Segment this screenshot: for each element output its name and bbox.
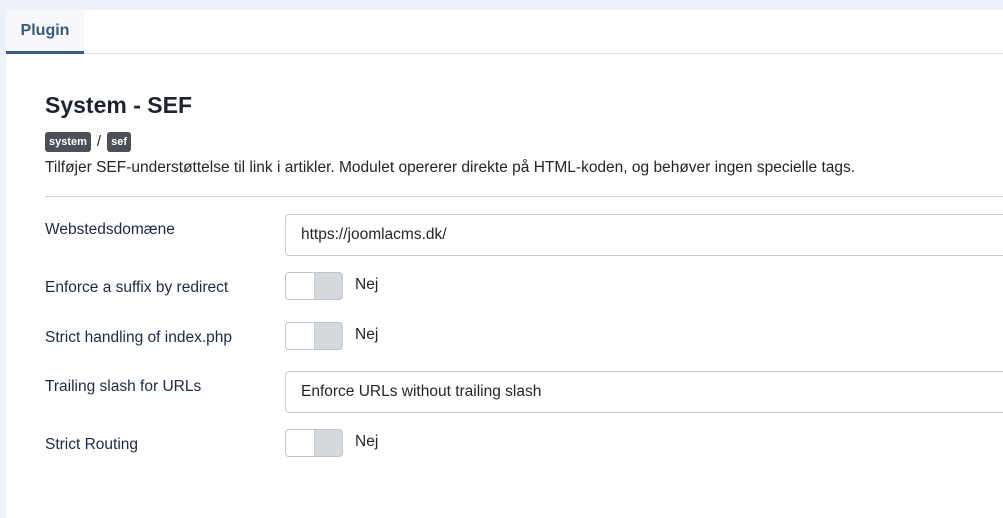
suffix-label: Enforce a suffix by redirect [45, 279, 229, 296]
toggle-knob [286, 323, 315, 349]
plugin-badges: system / sef [45, 131, 131, 152]
indexphp-label: Strict handling of index.php [45, 329, 232, 346]
trailing-value: Enforce URLs without trailing slash [301, 383, 542, 400]
trailing-label: Trailing slash for URLs [45, 378, 202, 395]
routing-label: Strict Routing [45, 436, 139, 453]
badge-system: system [45, 131, 91, 152]
indexphp-state: Nej [355, 326, 379, 343]
trailing-select[interactable]: Enforce URLs without trailing slash [285, 371, 1003, 413]
domain-label: Webstedsdomæne [45, 221, 175, 238]
badge-sef: sef [107, 131, 131, 152]
plugin-panel: Plugin System - SEF system / sef Tilføje… [6, 10, 1003, 518]
suffix-toggle[interactable] [285, 272, 343, 300]
tab-bar: Plugin [6, 10, 1003, 54]
indexphp-toggle[interactable] [285, 322, 343, 350]
domain-value: https://joomlacms.dk/ [301, 226, 447, 243]
suffix-state: Nej [355, 276, 379, 293]
routing-toggle[interactable] [285, 429, 343, 457]
tab-plugin-label: Plugin [20, 21, 70, 39]
plugin-description: Tilføjer SEF-understøttelse til link i a… [45, 159, 856, 176]
toggle-knob [286, 273, 315, 299]
badge-separator: / [96, 133, 102, 150]
toggle-knob [286, 430, 315, 456]
divider [45, 196, 1003, 197]
domain-input[interactable]: https://joomlacms.dk/ [285, 214, 1003, 256]
tab-plugin[interactable]: Plugin [6, 10, 84, 54]
page-title: System - SEF [45, 92, 192, 118]
routing-state: Nej [355, 433, 379, 450]
